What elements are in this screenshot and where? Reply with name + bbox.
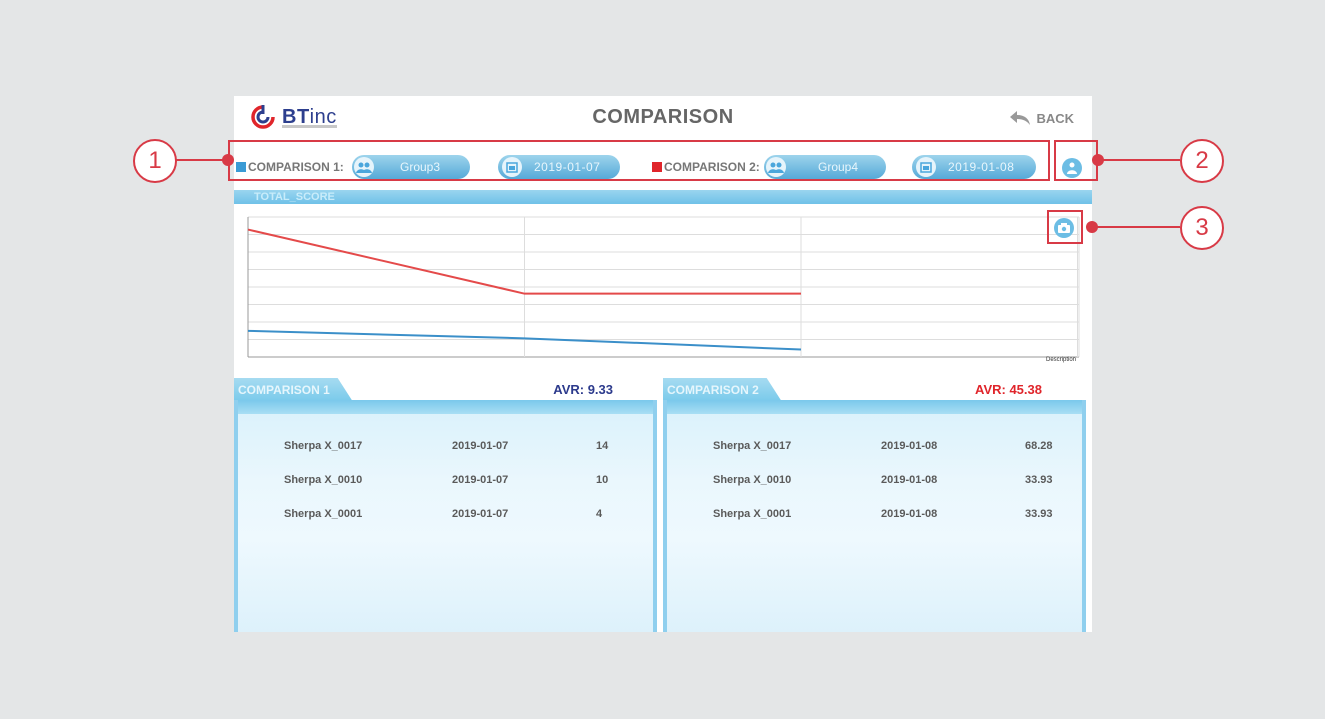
callout-line-1 xyxy=(176,159,228,161)
list-header-strip xyxy=(238,400,653,414)
page-title: COMPARISON xyxy=(592,106,734,128)
callout-dot-2 xyxy=(1092,154,1104,166)
row-date: 2019-01-07 xyxy=(452,474,509,486)
back-button[interactable]: BACK xyxy=(1008,109,1074,127)
row-date: 2019-01-08 xyxy=(881,508,938,520)
row-score: 4 xyxy=(596,508,603,520)
row-name: Sherpa X_0017 xyxy=(284,440,363,452)
list-item[interactable]: Sherpa X_0010 2019-01-08 33.93 xyxy=(667,474,1082,496)
comparison-2-panel: COMPARISON 2 AVR: 45.38 Sherpa X_0017 201… xyxy=(663,378,1086,632)
total-score-chart: Description xyxy=(247,216,1080,363)
comparison-2-list: Sherpa X_0017 2019-01-08 68.28 Sherpa X_001… xyxy=(663,400,1086,632)
comparison-2-average: AVR: 45.38 xyxy=(975,382,1042,397)
comparison-1-panel: COMPARISON 1 AVR: 9.33 Sherpa X_0017 2019… xyxy=(234,378,657,632)
comparison-2-tab[interactable]: COMPARISON 2 xyxy=(663,378,781,400)
row-date: 2019-01-08 xyxy=(881,440,938,452)
row-score: 68.28 xyxy=(1025,440,1053,452)
list-item[interactable]: Sherpa X_0017 2019-01-08 68.28 xyxy=(667,440,1082,462)
section-header: TOTAL_SCORE xyxy=(234,190,1092,204)
callout-dot-1 xyxy=(222,154,234,166)
chart-grid xyxy=(247,216,1080,358)
list-header-strip xyxy=(667,400,1082,414)
list-item[interactable]: Sherpa X_0017 2019-01-07 14 xyxy=(238,440,653,462)
section-title: TOTAL_SCORE xyxy=(254,191,335,203)
back-arrow-icon xyxy=(1010,111,1031,125)
row-name: Sherpa X_0017 xyxy=(713,440,792,452)
back-label: BACK xyxy=(1036,110,1074,126)
callout-badge-2: 2 xyxy=(1180,139,1224,183)
chart-xlabel: Description xyxy=(1046,357,1076,363)
row-date: 2019-01-07 xyxy=(452,508,509,520)
row-name: Sherpa X_0010 xyxy=(284,474,363,486)
list-item[interactable]: Sherpa X_0001 2019-01-08 33.93 xyxy=(667,508,1082,530)
comparison-panels: COMPARISON 1 AVR: 9.33 Sherpa X_0017 2019… xyxy=(234,378,1092,632)
list-item[interactable]: Sherpa X_0001 2019-01-07 4 xyxy=(238,508,653,530)
callout-badge-1: 1 xyxy=(133,139,177,183)
callout-box-1 xyxy=(228,140,1050,181)
row-score: 33.93 xyxy=(1025,508,1053,520)
comparison-1-tab[interactable]: COMPARISON 1 xyxy=(234,378,352,400)
callout-line-3 xyxy=(1092,226,1180,228)
callout-box-3 xyxy=(1047,210,1083,244)
comparison-1-list: Sherpa X_0017 2019-01-07 14 Sherpa X_0010 20… xyxy=(234,400,657,632)
row-name: Sherpa X_0001 xyxy=(713,508,792,520)
row-score: 10 xyxy=(596,474,609,486)
row-date: 2019-01-07 xyxy=(452,440,509,452)
row-name: Sherpa X_0001 xyxy=(284,508,363,520)
row-name: Sherpa X_0010 xyxy=(713,474,792,486)
callout-dot-3 xyxy=(1086,221,1098,233)
list-item[interactable]: Sherpa X_0010 2019-01-07 10 xyxy=(238,474,653,496)
comparison-1-average: AVR: 9.33 xyxy=(553,382,613,397)
row-date: 2019-01-08 xyxy=(881,474,938,486)
callout-line-2 xyxy=(1098,159,1180,161)
row-score: 14 xyxy=(596,440,609,452)
row-score: 33.93 xyxy=(1025,474,1053,486)
callout-badge-3: 3 xyxy=(1180,206,1224,250)
